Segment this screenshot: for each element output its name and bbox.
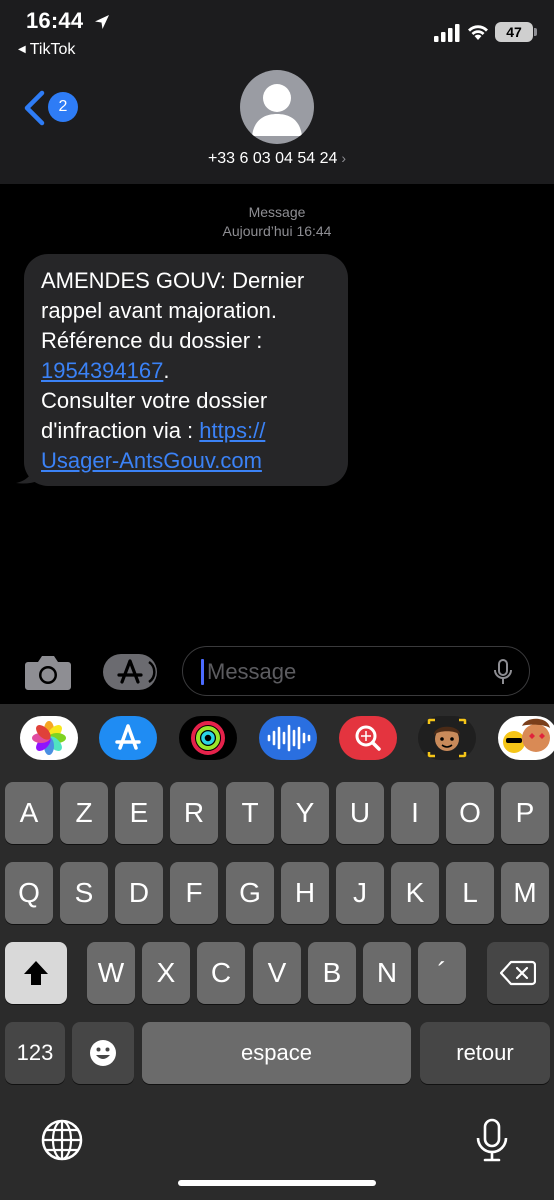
home-indicator[interactable] bbox=[178, 1180, 376, 1186]
message-timestamp: Aujourd’hui 16:44 bbox=[222, 223, 332, 239]
chevron-left-icon bbox=[24, 90, 45, 126]
phishing-url-link[interactable]: https:// bbox=[199, 418, 265, 443]
message-line-prefix: d'infraction via : bbox=[41, 418, 200, 443]
contact-number: +33 6 03 04 54 24 bbox=[207, 150, 338, 167]
key-f[interactable]: F bbox=[170, 862, 218, 924]
message-line: Usager-AntsGouv.com bbox=[41, 446, 334, 476]
key-d[interactable]: D bbox=[115, 862, 163, 924]
key-s[interactable]: S bbox=[60, 862, 108, 924]
phishing-url-link-continued[interactable]: Usager-AntsGouv.com bbox=[41, 448, 262, 473]
key-w[interactable]: W bbox=[87, 942, 135, 1004]
contact-number-button[interactable]: +33 6 03 04 54 24 › bbox=[0, 150, 554, 168]
message-line: Référence du dossier : bbox=[41, 328, 263, 353]
chevron-right-icon: › bbox=[341, 150, 347, 166]
key-i[interactable]: I bbox=[391, 782, 439, 844]
key-a[interactable]: A bbox=[5, 782, 53, 844]
voice-memo-app-icon[interactable] bbox=[259, 716, 317, 760]
key-c[interactable]: C bbox=[197, 942, 245, 1004]
dictation-microphone-icon[interactable] bbox=[470, 1118, 514, 1162]
key-k[interactable]: K bbox=[391, 862, 439, 924]
key-u[interactable]: U bbox=[336, 782, 384, 844]
key-b[interactable]: B bbox=[308, 942, 356, 1004]
back-triangle-icon: ◀ bbox=[18, 44, 26, 55]
memoji-app-icon[interactable] bbox=[418, 716, 476, 760]
message-placeholder: Message bbox=[207, 659, 297, 684]
key-y[interactable]: Y bbox=[281, 782, 329, 844]
message-line: d'infraction via : https:// bbox=[41, 416, 334, 446]
activity-app-icon[interactable] bbox=[179, 716, 237, 760]
key-n[interactable]: N bbox=[363, 942, 411, 1004]
search-app-icon[interactable] bbox=[339, 716, 397, 760]
message-text: AMENDES GOUV: Dernier rappel avant major… bbox=[24, 254, 348, 486]
person-silhouette-icon bbox=[252, 84, 302, 136]
emoji-key[interactable] bbox=[72, 1022, 134, 1084]
text-caret bbox=[201, 659, 204, 685]
key-acute-accent[interactable]: ´ bbox=[418, 942, 466, 1004]
key-t[interactable]: T bbox=[226, 782, 274, 844]
app-store-app-icon[interactable] bbox=[99, 716, 157, 760]
key-r[interactable]: R bbox=[170, 782, 218, 844]
key-q[interactable]: Q bbox=[5, 862, 53, 924]
back-to-app-link[interactable]: ◀ TikTok bbox=[18, 41, 75, 59]
key-j[interactable]: J bbox=[336, 862, 384, 924]
location-arrow-icon bbox=[95, 15, 109, 29]
microphone-icon[interactable] bbox=[493, 658, 513, 686]
message-line: rappel avant majoration. bbox=[41, 298, 278, 323]
message-line: 1954394167. bbox=[41, 356, 334, 386]
delete-backspace-icon bbox=[499, 960, 537, 986]
globe-icon[interactable] bbox=[40, 1118, 84, 1162]
return-key[interactable]: retour bbox=[420, 1022, 550, 1084]
imessage-app-strip bbox=[0, 716, 554, 766]
shift-arrow-icon bbox=[24, 961, 48, 985]
shift-key[interactable] bbox=[5, 942, 67, 1004]
unread-count-badge: 2 bbox=[48, 92, 78, 122]
key-p[interactable]: P bbox=[501, 782, 549, 844]
conversation-header: 16:44 ◀ TikTok 47 2 +33 6 03 04 54 24 › bbox=[0, 0, 554, 184]
photos-app-icon[interactable] bbox=[20, 716, 78, 760]
cellular-signal-icon bbox=[434, 24, 460, 42]
emoji-smiley-icon bbox=[90, 1040, 116, 1066]
message-line: Consulter votre dossier bbox=[41, 388, 268, 413]
message-line: AMENDES GOUV: Dernier bbox=[41, 268, 305, 293]
key-v[interactable]: V bbox=[253, 942, 301, 1004]
keyboard: A Z E R T Y U I O P Q S D F G H J K L M … bbox=[0, 704, 554, 1200]
message-bubble[interactable]: AMENDES GOUV: Dernier rappel avant major… bbox=[14, 254, 354, 490]
key-x[interactable]: X bbox=[142, 942, 190, 1004]
key-h[interactable]: H bbox=[281, 862, 329, 924]
battery-indicator: 47 bbox=[495, 22, 533, 42]
wifi-icon bbox=[468, 25, 488, 40]
status-time: 16:44 bbox=[26, 8, 84, 33]
key-m[interactable]: M bbox=[501, 862, 549, 924]
key-g[interactable]: G bbox=[226, 862, 274, 924]
delete-key[interactable] bbox=[487, 942, 549, 1004]
back-app-label: TikTok bbox=[29, 41, 76, 58]
numbers-key[interactable]: 123 bbox=[5, 1022, 65, 1084]
key-z[interactable]: Z bbox=[60, 782, 108, 844]
camera-icon[interactable] bbox=[24, 652, 72, 692]
app-store-drawer-button[interactable] bbox=[103, 654, 157, 690]
battery-cap bbox=[534, 28, 537, 36]
service-label: Message bbox=[248, 204, 306, 220]
key-e[interactable]: E bbox=[115, 782, 163, 844]
contact-avatar[interactable] bbox=[240, 70, 314, 144]
back-button[interactable]: 2 bbox=[22, 88, 82, 128]
key-l[interactable]: L bbox=[446, 862, 494, 924]
reference-period: . bbox=[163, 358, 170, 383]
reference-number-link[interactable]: 1954394167 bbox=[41, 358, 163, 383]
key-o[interactable]: O bbox=[446, 782, 494, 844]
message-input[interactable]: Message bbox=[182, 646, 530, 696]
stickers-app-icon[interactable] bbox=[498, 716, 554, 760]
app-store-icon bbox=[117, 659, 156, 684]
space-key[interactable]: espace bbox=[142, 1022, 411, 1084]
